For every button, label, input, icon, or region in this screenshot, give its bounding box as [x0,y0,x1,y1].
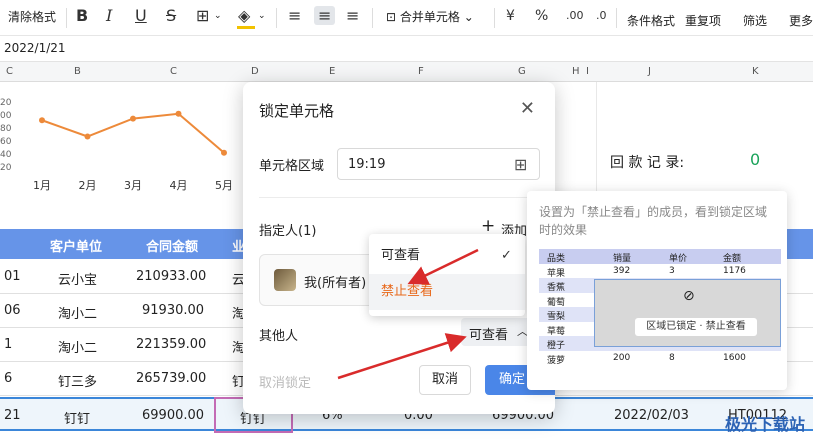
annotation-arrows [337,248,479,380]
arrow-to-option [407,248,479,285]
watermark: 极光下载站 [724,415,805,434]
arrow-to-select [337,333,467,380]
